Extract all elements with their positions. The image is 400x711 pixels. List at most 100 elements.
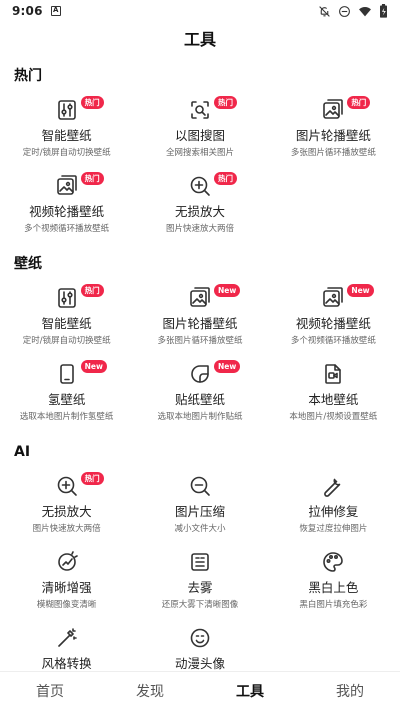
magic-wand-icon [55,626,79,650]
tool-desc: 多张图片循环播放壁纸 [157,336,243,346]
tool-tile[interactable]: 拉伸修复恢复过度拉伸图片 [267,470,400,546]
tool-name: 图片压缩 [174,504,225,519]
tool-name: 无损放大 [174,204,225,219]
tool-tile[interactable]: 氢壁纸 选取本地图片制作氢壁纸 New [0,358,133,434]
new-badge: New [213,360,241,373]
tool-name: 无损放大 [41,504,92,519]
page-title: 工具 [183,30,216,49]
tool-tile[interactable]: 风格转换 [0,622,133,671]
tool-name: 图片轮播壁纸 [162,316,238,331]
status-icons [318,4,388,18]
section-title: AI [14,444,31,460]
tool-desc: 全网搜索相关图片 [165,148,234,158]
tool-desc: 多个视频循环播放壁纸 [24,224,110,234]
tool-name: 黑白上色 [308,580,359,595]
hot-badge: 热门 [80,172,104,185]
tool-desc: 减小文件大小 [174,524,226,534]
zoom-in-icon [55,474,79,498]
tool-desc: 恢复过度拉伸图片 [299,524,368,534]
tool-desc: 多张图片循环播放壁纸 [290,148,376,158]
tool-tile[interactable]: 清晰增强模糊图像变清晰 [0,546,133,622]
tool-tile[interactable]: 图片轮播壁纸多张图片循环播放壁纸 热门 [267,94,400,170]
tool-name: 以图搜图 [174,128,225,143]
tool-grid: 无损放大 图片快速放大两倍 热门 图片压缩 减小文件大小 拉伸修复 恢复过度拉伸图片 清晰增强… [0,470,400,671]
battery-icon [380,4,387,18]
tool-desc: 定时/锁屏自动切换壁纸 [22,148,111,158]
tool-tile[interactable]: 本地壁纸本地图片/视频设置壁纸 [267,358,400,434]
phone-icon [55,362,79,386]
nav-mine[interactable]: 我的 [300,672,400,711]
tool-section: AI 无损放大 图片快速放大两倍 热门 图片压缩 减小文件大小 拉伸修复 恢复过度拉伸图片 清晰… [0,434,400,671]
tool-name: 贴纸壁纸 [174,392,225,407]
tool-name: 视频轮播壁纸 [295,316,371,331]
tool-section: 热门 智能壁纸 定时/锁屏自动切换壁纸 热门 以图搜图 全网搜索相关图片 热门 图片轮播壁纸多… [0,58,400,246]
new-badge: New [213,284,241,297]
hot-badge: 热门 [80,472,104,485]
tool-name: 动漫头像 [174,656,225,671]
tool-desc: 还原大雾下清晰图像 [161,600,239,610]
tool-name: 风格转换 [41,656,92,671]
image-stack-icon [321,98,345,122]
tool-grid: 智能壁纸 定时/锁屏自动切换壁纸 热门 以图搜图 全网搜索相关图片 热门 图片轮播壁纸 多张图… [0,94,400,246]
tool-desc: 定时/锁屏自动切换壁纸 [22,336,111,346]
video-stack-icon [55,174,79,198]
sliders-icon [55,286,79,310]
tool-desc: 多个视频循环播放壁纸 [290,336,376,346]
hot-badge: 热门 [213,172,237,185]
tool-name: 智能壁纸 [41,316,92,331]
tool-tile[interactable]: 图片轮播壁纸多张图片循环播放壁纸 New [133,282,266,358]
nav-home[interactable]: 首页 [0,672,100,711]
hot-badge: 热门 [347,96,371,109]
dnd-icon [339,5,350,17]
nav-tools[interactable]: 工具 [200,672,300,711]
bottom-nav: 首页 发现 工具 我的 [0,671,400,711]
tool-name: 清晰增强 [41,580,92,595]
status-bar: 9:06 A [0,0,400,22]
tool-tile[interactable]: 贴纸壁纸选取本地图片制作贴纸 New [133,358,266,434]
tool-name: 拉伸修复 [308,504,359,519]
tool-tile[interactable]: 无损放大图片快速放大两倍 热门 [133,170,266,246]
palette-icon [321,550,345,574]
tool-tile[interactable]: 智能壁纸定时/锁屏自动切换壁纸 热门 [0,94,133,170]
tool-section: 壁纸 智能壁纸 定时/锁屏自动切换壁纸 热门 图片轮播壁纸 多张图片循环播放壁纸 New 视频… [0,246,400,434]
hot-badge: 热门 [80,284,104,297]
section-title: 热门 [14,68,42,84]
mute-icon [319,5,330,17]
tools-scroll-area[interactable]: 热门 智能壁纸 定时/锁屏自动切换壁纸 热门 以图搜图 全网搜索相关图片 热门 图片轮播壁纸多… [0,58,400,671]
tool-tile[interactable]: 视频轮播壁纸多个视频循环播放壁纸 热门 [0,170,133,246]
hot-badge: 热门 [80,96,104,109]
tool-tile[interactable]: 黑白上色 黑白图片填充色彩 [267,546,400,622]
tool-tile[interactable]: 去雾还原大雾下清晰图像 [133,546,266,622]
enhance-icon [55,550,79,574]
notification-a-icon: A [50,6,61,16]
tool-tile[interactable]: 智能壁纸定时/锁屏自动切换壁纸 热门 [0,282,133,358]
tool-desc: 图片快速放大两倍 [165,224,234,234]
tool-tile[interactable]: 以图搜图全网搜索相关图片 热门 [133,94,266,170]
tool-tile[interactable]: 图片压缩减小文件大小 [133,470,266,546]
tool-desc: 模糊图像变清晰 [36,600,97,610]
sticker-icon [188,362,212,386]
tool-tile[interactable]: 无损放大 图片快速放大两倍 热门 [0,470,133,546]
tool-name: 智能壁纸 [41,128,92,143]
hot-badge: 热门 [213,96,237,109]
dehaze-icon [188,550,212,574]
new-badge: New [80,360,107,373]
zoom-in-icon [188,174,212,198]
tool-name: 视频轮播壁纸 [29,204,105,219]
tool-desc: 选取本地图片制作贴纸 [157,412,243,422]
emoji-icon [188,626,212,650]
section-title: 壁纸 [14,256,42,272]
status-time: 9:06 [12,4,43,18]
wrench-icon [321,474,345,498]
tool-desc: 本地图片/视频设置壁纸 [289,412,378,422]
nav-discover[interactable]: 发现 [100,672,200,711]
tool-tile[interactable]: 视频轮播壁纸 多个视频循环播放壁纸 New [267,282,400,358]
tool-name: 图片轮播壁纸 [295,128,371,143]
tool-tile[interactable]: 动漫头像 [133,622,266,671]
image-stack-icon [188,286,212,310]
tool-name: 去雾 [187,580,213,595]
tool-name: 氢壁纸 [47,392,86,407]
sliders-icon [55,98,79,122]
zoom-out-icon [188,474,212,498]
tool-name: 本地壁纸 [308,392,359,407]
